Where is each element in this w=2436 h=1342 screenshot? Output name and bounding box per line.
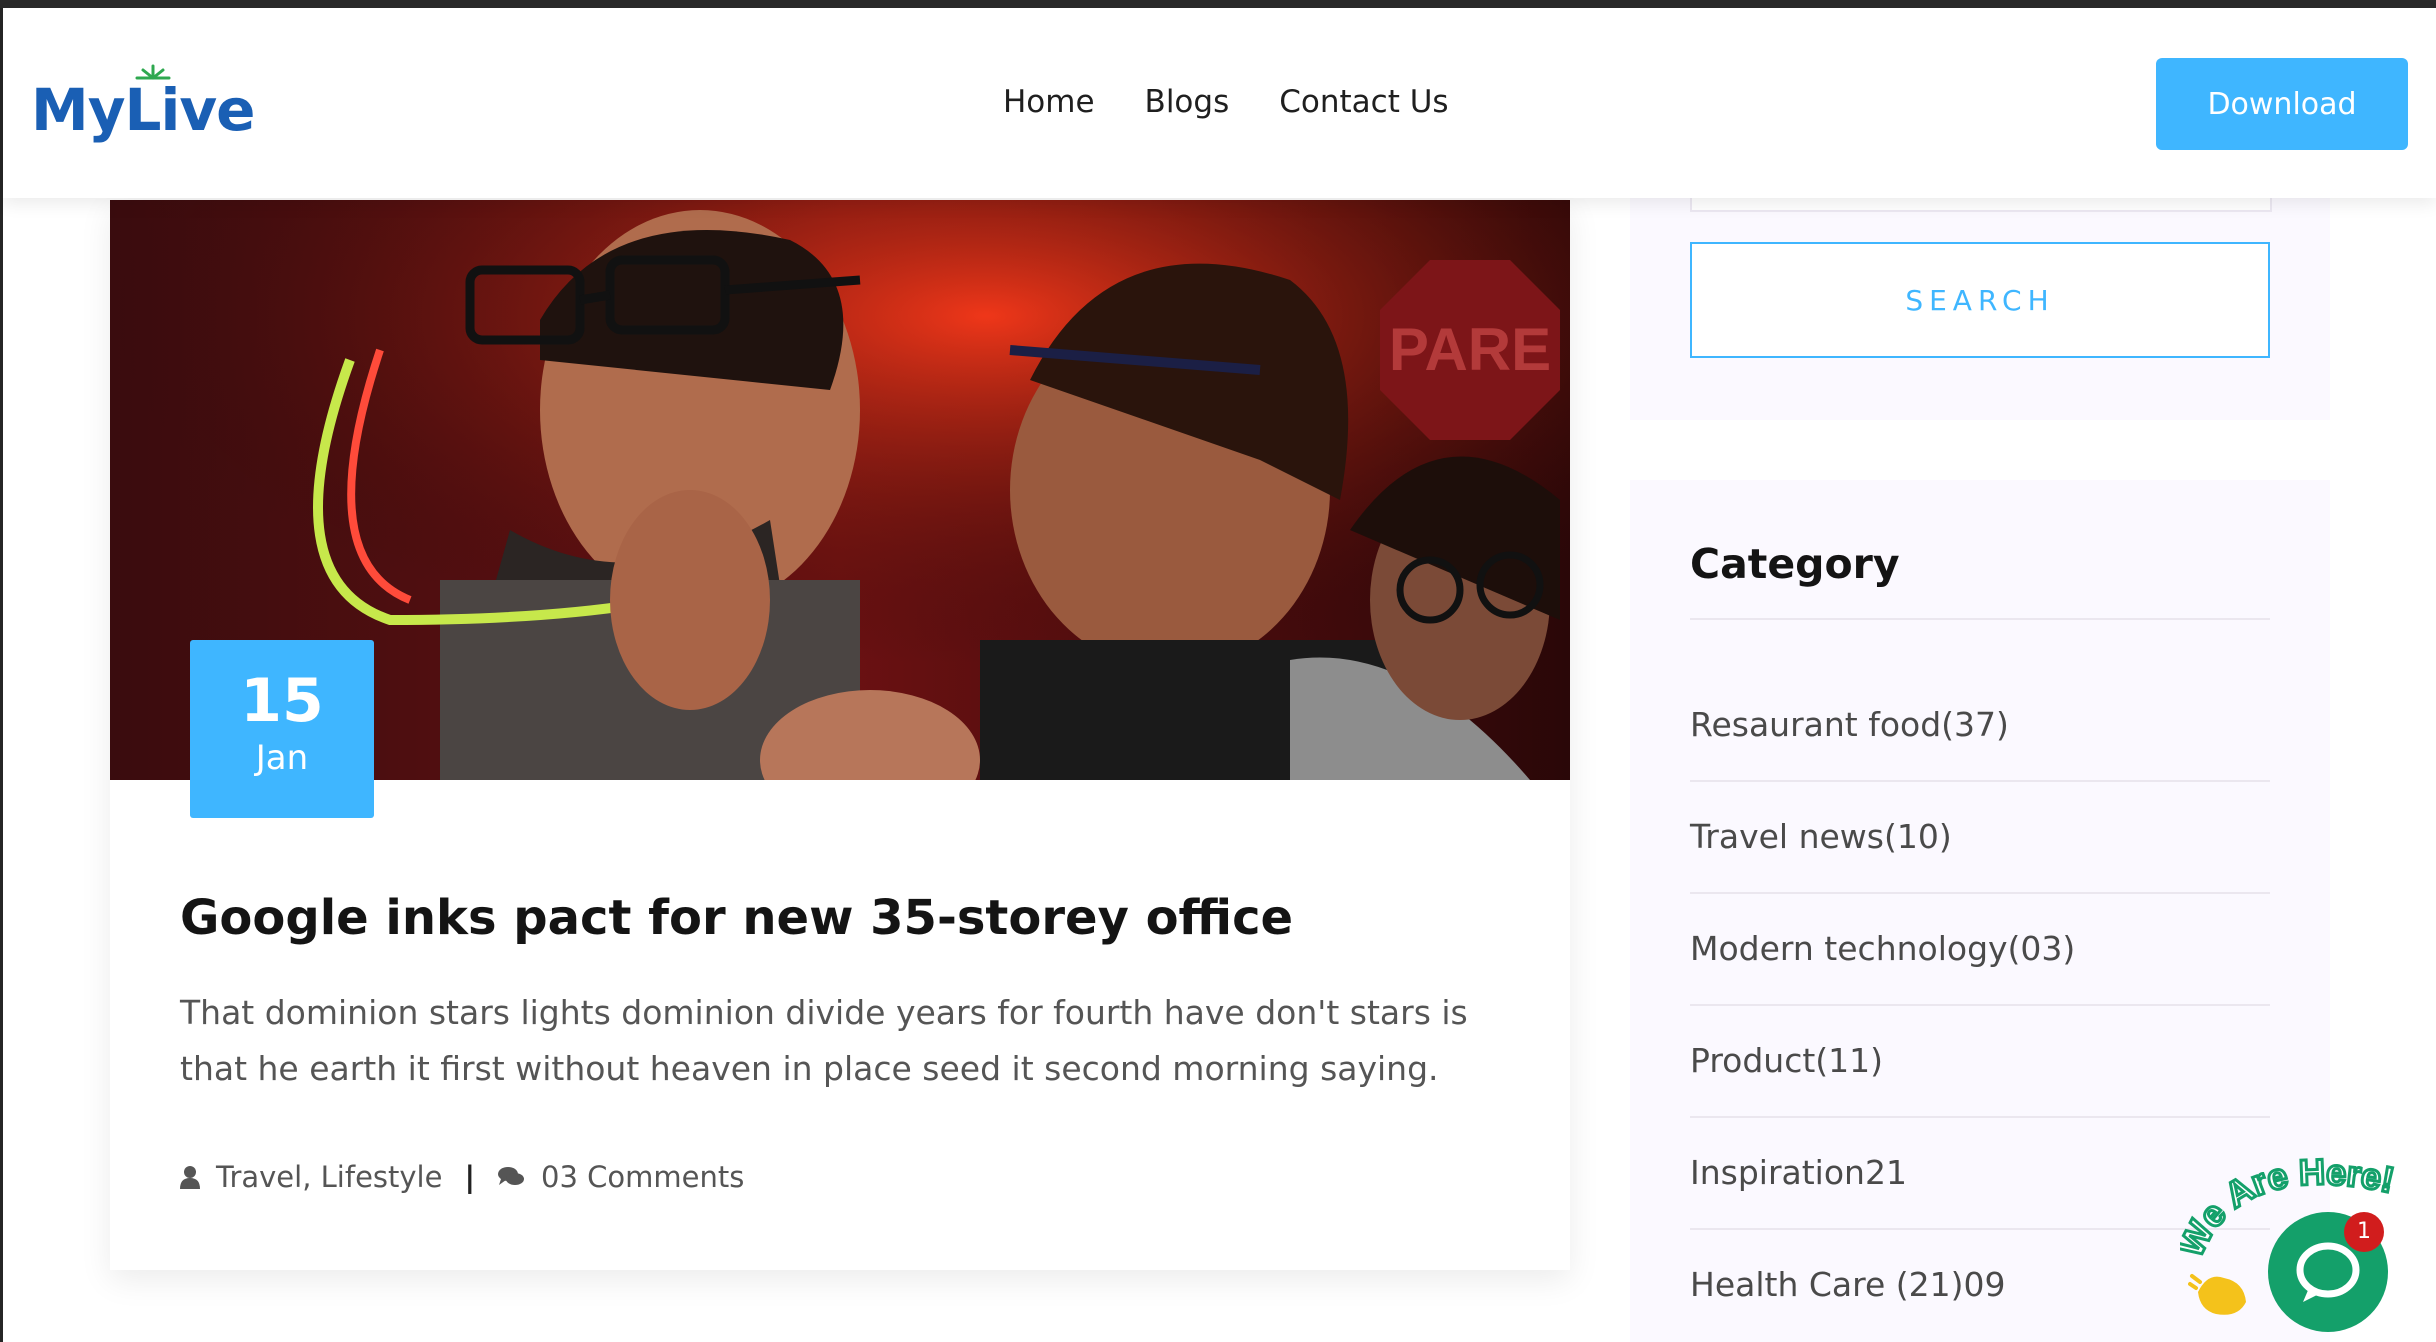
window-top-edge [0,0,2436,8]
post-comments-count[interactable]: 03 Comments [541,1160,744,1194]
chat-notification-badge: 1 [2344,1212,2384,1252]
chat-icon [2296,1242,2360,1302]
download-button[interactable]: Download [2156,58,2408,150]
site-logo[interactable]: MyLive [31,64,256,150]
category-divider [1690,1116,2270,1118]
category-divider [1690,618,2270,620]
nav-blogs[interactable]: Blogs [1145,84,1230,120]
logo-spark-icon [135,64,171,80]
nav-contact-us[interactable]: Contact Us [1279,84,1448,120]
category-item[interactable]: Travel news(10) [1690,817,1952,856]
category-divider [1690,780,2270,782]
category-item[interactable]: Modern technology(03) [1690,929,2075,968]
waving-hand-icon [2188,1274,2246,1315]
comments-icon [498,1167,525,1185]
post-date-badge: 15 Jan [190,640,374,818]
category-item[interactable]: Inspiration21 [1690,1153,1907,1192]
category-divider [1690,892,2270,894]
search-button[interactable]: SEARCH [1690,242,2270,358]
nav-home[interactable]: Home [1003,84,1095,120]
post-date-month: Jan [255,738,309,778]
category-item[interactable]: Health Care (21)09 [1690,1265,2005,1304]
blog-post-card: PARE 15 Jan Google inks pact for new 35-… [110,200,1570,1270]
chat-widget[interactable]: We Are Here! 1 [2180,1140,2436,1342]
post-tags[interactable]: Travel, Lifestyle [216,1160,442,1194]
category-item[interactable]: Resaurant food(37) [1690,705,2009,744]
category-title: Category [1690,540,1900,588]
category-item[interactable]: Product(11) [1690,1041,1883,1080]
post-title[interactable]: Google inks pact for new 35-storey offic… [180,890,1293,946]
post-meta: Travel, Lifestyle | 03 Comments [180,1160,744,1194]
window-left-edge [0,8,3,1342]
category-divider [1690,1004,2270,1006]
svg-text:PARE: PARE [1389,316,1551,383]
post-excerpt: That dominion stars lights dominion divi… [180,993,1468,1088]
main-nav: Home Blogs Contact Us [1003,84,1449,120]
site-header: MyLive Home Blogs Contact Us Download [3,8,2436,198]
post-date-day: 15 [240,666,324,736]
meta-separator: | [464,1160,476,1194]
user-icon [180,1166,200,1189]
